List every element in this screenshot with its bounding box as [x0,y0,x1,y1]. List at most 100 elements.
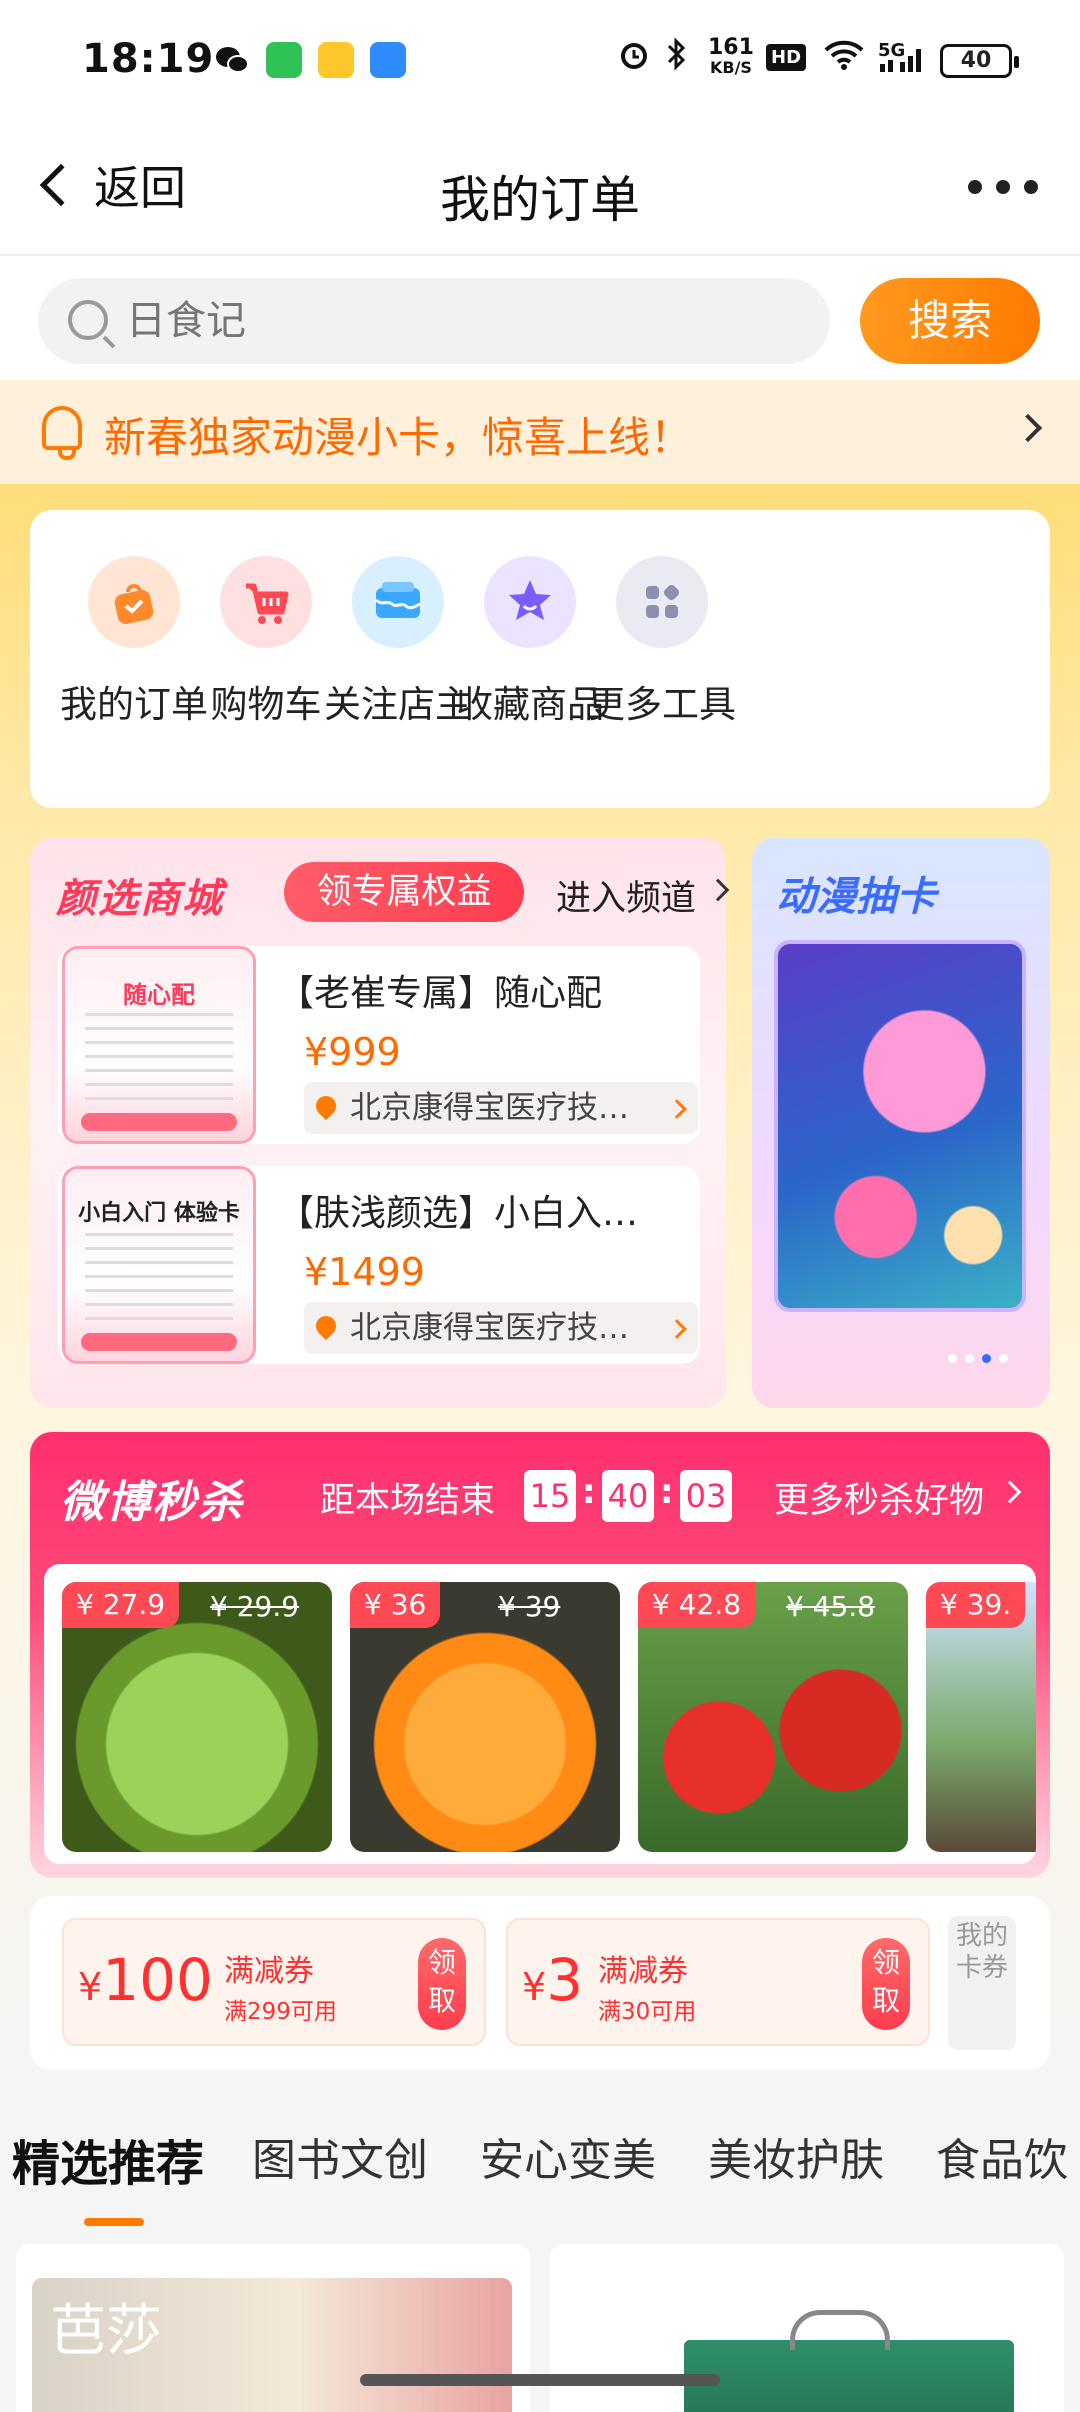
yanxuan-title: 颜选商城 [56,876,224,922]
feed-card[interactable] [550,2244,1064,2412]
sale-price: ¥ 36 [350,1582,441,1628]
benefit-button[interactable]: 领专属权益 [284,862,524,922]
countdown-minutes: 40 [602,1470,654,1522]
tool-label: 更多工具 [588,683,736,726]
tool-more[interactable]: 更多工具 [572,556,752,728]
countdown-colon: : [660,1472,674,1512]
original-price: ¥ 29.9 [210,1590,300,1623]
coupon-currency: ¥ [78,1965,103,2009]
flash-items-row: ¥ 27.9 ¥ 29.9 ¥ 36 ¥ 39 ¥ 42.8 ¥ 45.8 ¥ … [44,1564,1036,1864]
net-speed: 161 KB/S [708,37,754,78]
thumbnail-title: 小白入门 体验卡 [78,1201,240,1226]
coupon-type: 满减券 [598,1954,688,1989]
carousel-dot [999,1354,1008,1363]
flash-sale-section: 微博秒杀 距本场结束 15 : 40 : 03 更多秒杀好物 ¥ 27.9 ¥ … [30,1432,1050,1878]
cart-icon [220,556,312,648]
countdown-hours: 15 [524,1470,576,1522]
bell-icon [42,406,82,460]
my-coupons-button[interactable]: 我的卡券 [948,1916,1016,2050]
feed-card-image: 芭莎 [32,2278,512,2412]
countdown-colon: : [582,1472,596,1512]
tab-recommended[interactable]: 精选推荐 [12,2124,204,2194]
category-tabs: 精选推荐 图书文创 安心变美 美妆护肤 食品饮 [0,2090,1080,2230]
alarm-icon [616,36,652,79]
claim-coupon-button[interactable]: 领取 [418,1938,466,2030]
coupon-currency: ¥ [522,1965,547,2009]
dot-icon [968,180,982,194]
feed-card-image [684,2340,1014,2412]
page-title: 我的订单 [440,171,640,229]
shop-name[interactable]: 北京康得宝医疗技… [304,1302,698,1354]
coupon-amount: ¥100 [78,1946,213,2014]
tab-cosmetics[interactable]: 美妆护肤 [708,2124,884,2188]
product-name: 【老崔专属】随心配 [278,973,603,1014]
wifi-icon [822,36,866,79]
product-card[interactable]: 随心配 【老崔专属】随心配 ¥999 北京康得宝医疗技… [58,946,700,1144]
status-time: 18:19 [82,36,215,82]
anime-card-image[interactable] [774,940,1026,1312]
product-price: ¥1499 [304,1250,425,1294]
countdown-label: 距本场结束 [320,1481,496,1521]
product-price: ¥999 [304,1030,401,1074]
status-bar: 18:19 161 KB/S HD 5G 40 [0,0,1080,120]
coupon[interactable]: ¥3 满减券 满30可用 领取 [506,1918,930,2046]
flash-item[interactable]: ¥ 39. [926,1582,1036,1852]
carousel-dot [948,1354,957,1363]
anime-card-draw[interactable]: 动漫抽卡 [752,838,1050,1408]
yanxuan-mall-card: 颜选商城 领专属权益 进入频道 随心配 【老崔专属】随心配 ¥999 北京康得宝… [30,838,730,1408]
wechat-icon [214,42,250,78]
thumbnail-title: 随心配 [123,981,195,1009]
tab-beauty-care[interactable]: 安心变美 [480,2124,656,2188]
product-card[interactable]: 小白入门 体验卡 【肤浅颜选】小白入… ¥1499 北京康得宝医疗技… [58,1166,700,1364]
chat-app-icon [266,42,302,78]
thumbnail-text-lines [85,1233,233,1323]
home-indicator[interactable] [360,2374,720,2386]
security-app-icon [370,42,406,78]
coupon-type: 满减券 [224,1954,314,1989]
product-name: 【肤浅颜选】小白入… [278,1193,639,1234]
sale-price: ¥ 27.9 [62,1582,180,1628]
coupon-amount: ¥3 [522,1946,583,2014]
carousel-dots [948,1354,1008,1363]
coupon-condition: 满30可用 [598,1999,697,2025]
coupon-value: 100 [102,1946,213,2014]
tab-food[interactable]: 食品饮 [936,2124,1068,2188]
bluetooth-icon [664,36,690,79]
dot-icon [1024,180,1038,194]
claim-coupon-button[interactable]: 领取 [862,1938,910,2030]
thumbnail-footer [81,1113,237,1131]
coupon-condition: 满299可用 [224,1999,337,2025]
tab-books[interactable]: 图书文创 [252,2124,428,2188]
star-icon [484,556,576,648]
sale-price: ¥ 39. [926,1582,1026,1628]
carousel-dot [965,1354,974,1363]
notice-banner[interactable]: 新春独家动漫小卡，惊喜上线！ [0,380,1080,484]
enter-channel-link[interactable]: 进入频道 [556,870,696,921]
chevron-right-icon [1013,413,1043,443]
notes-app-icon [318,42,354,78]
search-bar: 搜索 [0,256,1080,380]
more-flash-deals-link[interactable]: 更多秒杀好物 [774,1472,984,1523]
product-thumbnail: 随心配 [62,946,256,1144]
coupon[interactable]: ¥100 满减券 满299可用 领取 [62,1918,486,2046]
battery-indicator: 40 [940,44,1019,78]
flash-item[interactable]: ¥ 27.9 ¥ 29.9 [62,1582,332,1852]
flash-item[interactable]: ¥ 36 ¥ 39 [350,1582,620,1852]
hd-badge: HD [766,44,807,71]
countdown-seconds: 03 [680,1470,732,1522]
search-button[interactable]: 搜索 [860,278,1040,364]
shop-name[interactable]: 北京康得宝医疗技… [304,1082,698,1134]
feed-card[interactable]: 芭莎 [16,2244,530,2412]
chevron-right-icon [998,1480,1022,1504]
search-input[interactable] [38,278,830,364]
flash-sale-title: 微博秒杀 [60,1477,244,1528]
more-menu-button[interactable] [968,180,1038,194]
active-tab-indicator [84,2218,144,2226]
shop-icon [352,556,444,648]
coupon-value: 3 [546,1946,584,2014]
flash-item[interactable]: ¥ 42.8 ¥ 45.8 [638,1582,908,1852]
product-thumbnail: 小白入门 体验卡 [62,1166,256,1364]
feed-card-caption: 芭莎 [50,2299,162,2364]
dot-icon [996,180,1010,194]
carousel-dot-active [982,1354,991,1363]
